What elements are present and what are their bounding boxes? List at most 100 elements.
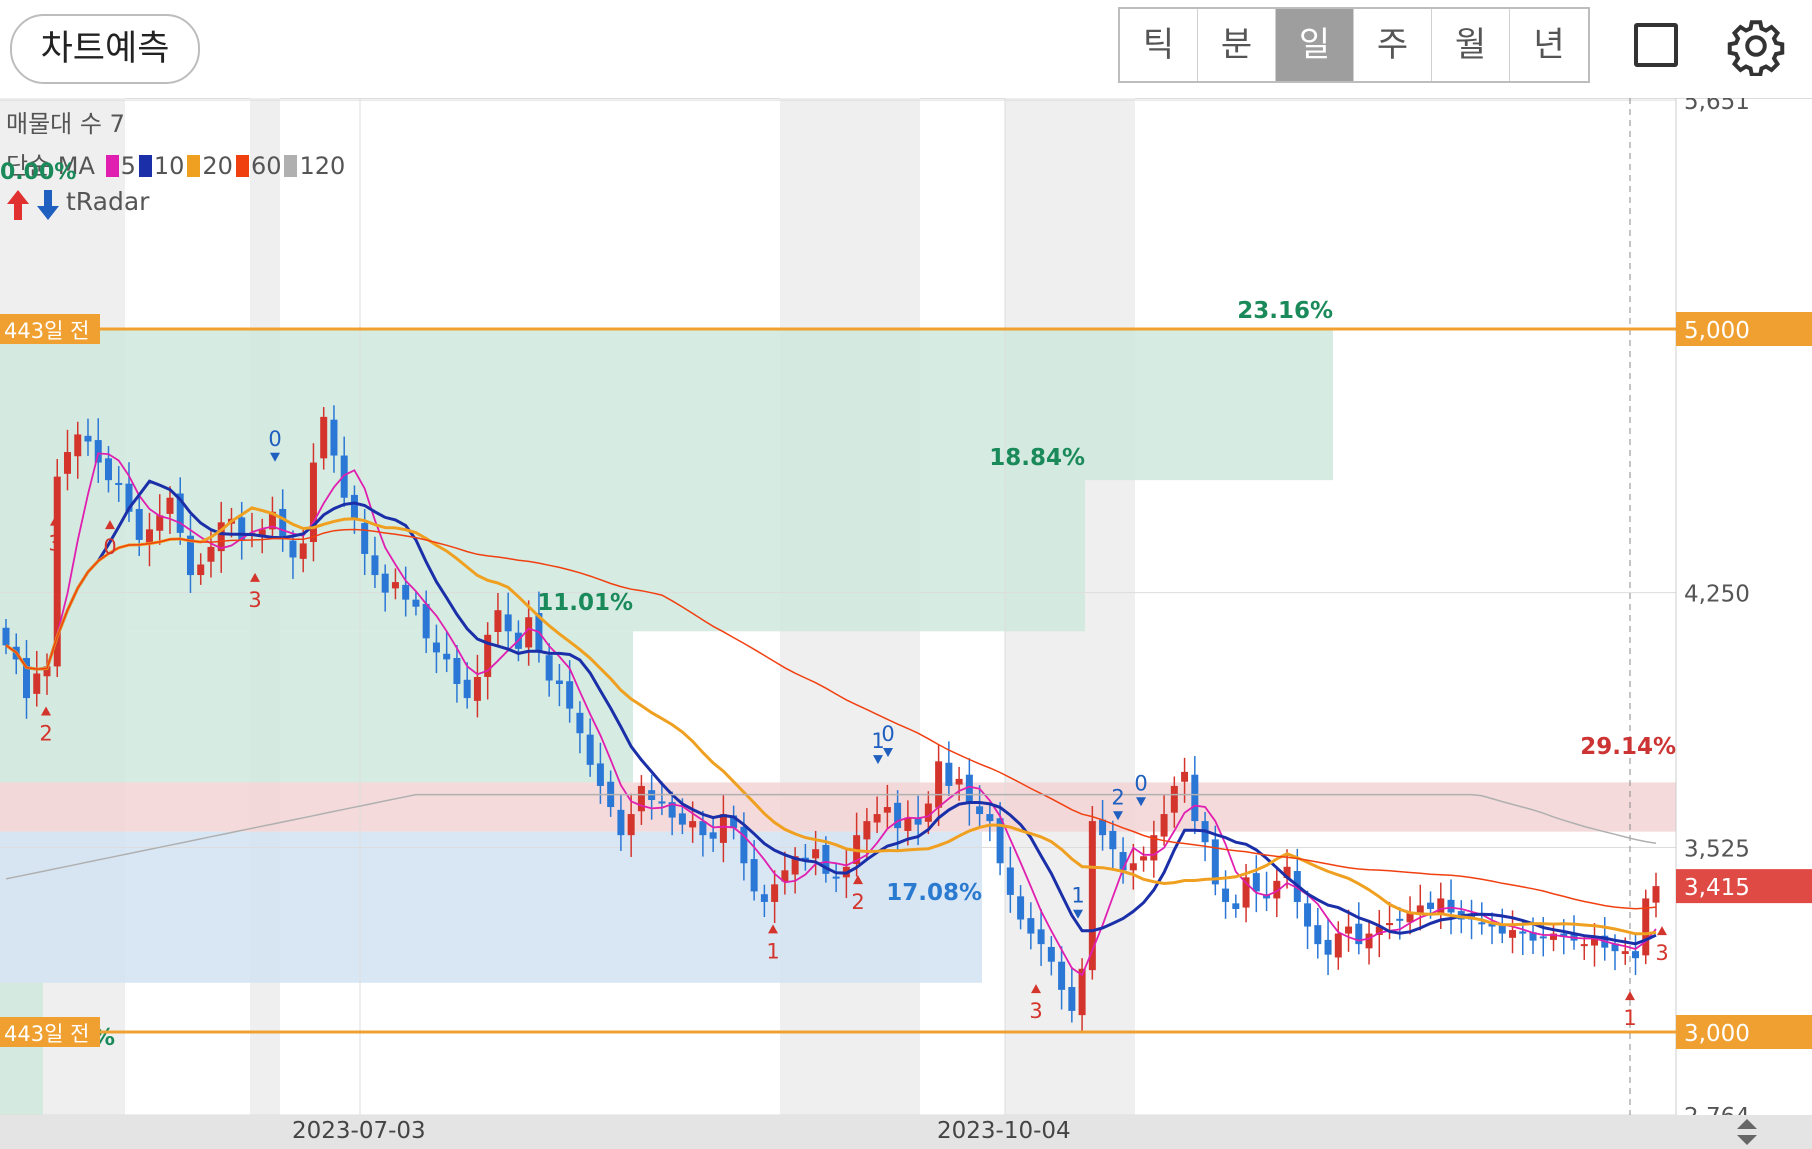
candle-body [94, 440, 102, 463]
volume-profile-zone [0, 329, 1333, 481]
candle-body [637, 785, 645, 812]
candle-body [627, 814, 635, 836]
candle-body [965, 774, 973, 804]
candle-body [1632, 951, 1640, 959]
y-tick-label: 3,525 [1684, 836, 1750, 862]
top-toolbar: 차트예측 틱분일주월년 [0, 0, 1812, 99]
candle-body [1509, 930, 1517, 938]
ma-color-swatch [235, 155, 249, 177]
period-tab[interactable]: 월 [1432, 9, 1510, 81]
candle-body [1232, 903, 1240, 909]
candle-body [760, 894, 768, 902]
candle-body [1304, 903, 1312, 927]
period-tab[interactable]: 년 [1510, 9, 1588, 81]
candle-body [1088, 821, 1096, 971]
candle-body [545, 655, 553, 681]
candle-body [156, 515, 164, 531]
square-icon[interactable] [1634, 23, 1678, 67]
candle-body [894, 802, 902, 829]
candle-body [1365, 933, 1373, 949]
candle-body [955, 778, 963, 785]
candle-body [320, 416, 328, 459]
gear-icon[interactable] [1726, 16, 1786, 76]
candle-body [299, 543, 307, 559]
signal-count-label: 1 [766, 939, 779, 963]
signal-arrow [1625, 991, 1635, 1001]
candle-body [340, 455, 348, 498]
candle-body [1324, 939, 1332, 955]
candle-body [1416, 905, 1424, 913]
tradar-label: tRadar [66, 187, 150, 216]
signal-count-label: 1 [1623, 1006, 1636, 1030]
top-percent-label: 0.00% [0, 160, 77, 185]
axis-price-label: 3,000 [1684, 1021, 1750, 1047]
period-tab[interactable]: 분 [1198, 9, 1276, 81]
candle-body [832, 876, 840, 879]
candle-body [443, 653, 451, 660]
candle-body [432, 642, 440, 653]
candle-body [812, 849, 820, 859]
candle-body [1345, 926, 1353, 934]
ma-legend-item: 10 [153, 152, 185, 180]
period-tab[interactable]: 일 [1276, 9, 1354, 81]
candle-body [1427, 902, 1435, 909]
vertical-scroll-icon[interactable] [1733, 1116, 1761, 1148]
ma-color-swatch [138, 155, 152, 177]
signal-count-label: 2 [851, 890, 864, 914]
candle-body [1519, 931, 1527, 934]
candle-body [371, 555, 379, 576]
candle-body [1099, 819, 1107, 836]
candle-body [1621, 951, 1629, 954]
ma-legend-item: 20 [202, 152, 233, 180]
period-tab[interactable]: 틱 [1120, 9, 1198, 81]
candle-body [2, 627, 10, 646]
candle-body [1109, 830, 1117, 850]
period-tab[interactable]: 주 [1354, 9, 1432, 81]
candle-body [586, 734, 594, 765]
y-tick-label: 5,651 [1684, 98, 1750, 115]
candle-body [555, 680, 563, 685]
candle-body [1652, 886, 1660, 903]
volume-profile-zone [0, 831, 982, 983]
signal-count-label: 0 [268, 427, 281, 451]
candle-body [1642, 898, 1650, 956]
zone-percent-label: 18.84% [989, 445, 1085, 471]
candle-body [279, 508, 287, 537]
signal-count-label: 0 [103, 535, 116, 559]
chart-predict-button[interactable]: 차트예측 [10, 14, 200, 84]
candle-body [1037, 929, 1045, 945]
zone-percent-label: 17.08% [886, 880, 982, 906]
candle-body [391, 582, 399, 589]
candle-body [740, 826, 748, 864]
signal-count-label: 3 [1655, 941, 1668, 965]
candle-body [330, 419, 338, 456]
candle-body [658, 801, 666, 804]
candle-body [689, 821, 697, 828]
candle-body [422, 603, 430, 639]
candle-body [350, 494, 358, 519]
candle-body [1006, 867, 1014, 895]
signal-count-label: 2 [39, 721, 52, 745]
candle-body [945, 762, 953, 786]
candle-body [361, 523, 369, 554]
zone-percent-label: 29.14% [1580, 734, 1676, 760]
x-axis-bar [0, 1115, 1812, 1149]
candle-body [1314, 925, 1322, 945]
candle-body [719, 814, 727, 843]
x-tick-label: 2023-07-03 [292, 1118, 426, 1144]
candle-body [617, 809, 625, 836]
candle-body [1334, 933, 1342, 958]
candle-body [1027, 918, 1035, 934]
candle-body [309, 462, 317, 543]
candle-body [1017, 896, 1025, 920]
candle-body [84, 435, 92, 442]
ma-legend-item: 120 [299, 152, 346, 180]
price-chart[interactable]: 23.16%18.84%11.01%29.14%17.08%0.77%443일 … [0, 98, 1812, 1115]
candle-body [207, 546, 215, 562]
candle-body [709, 832, 717, 839]
signal-count-label: 0 [1134, 771, 1147, 795]
x-tick-label: 2023-10-04 [937, 1118, 1071, 1144]
candle-body [494, 610, 502, 632]
candle-body [463, 679, 471, 699]
y-tick-label: 2,764 [1684, 1104, 1750, 1115]
